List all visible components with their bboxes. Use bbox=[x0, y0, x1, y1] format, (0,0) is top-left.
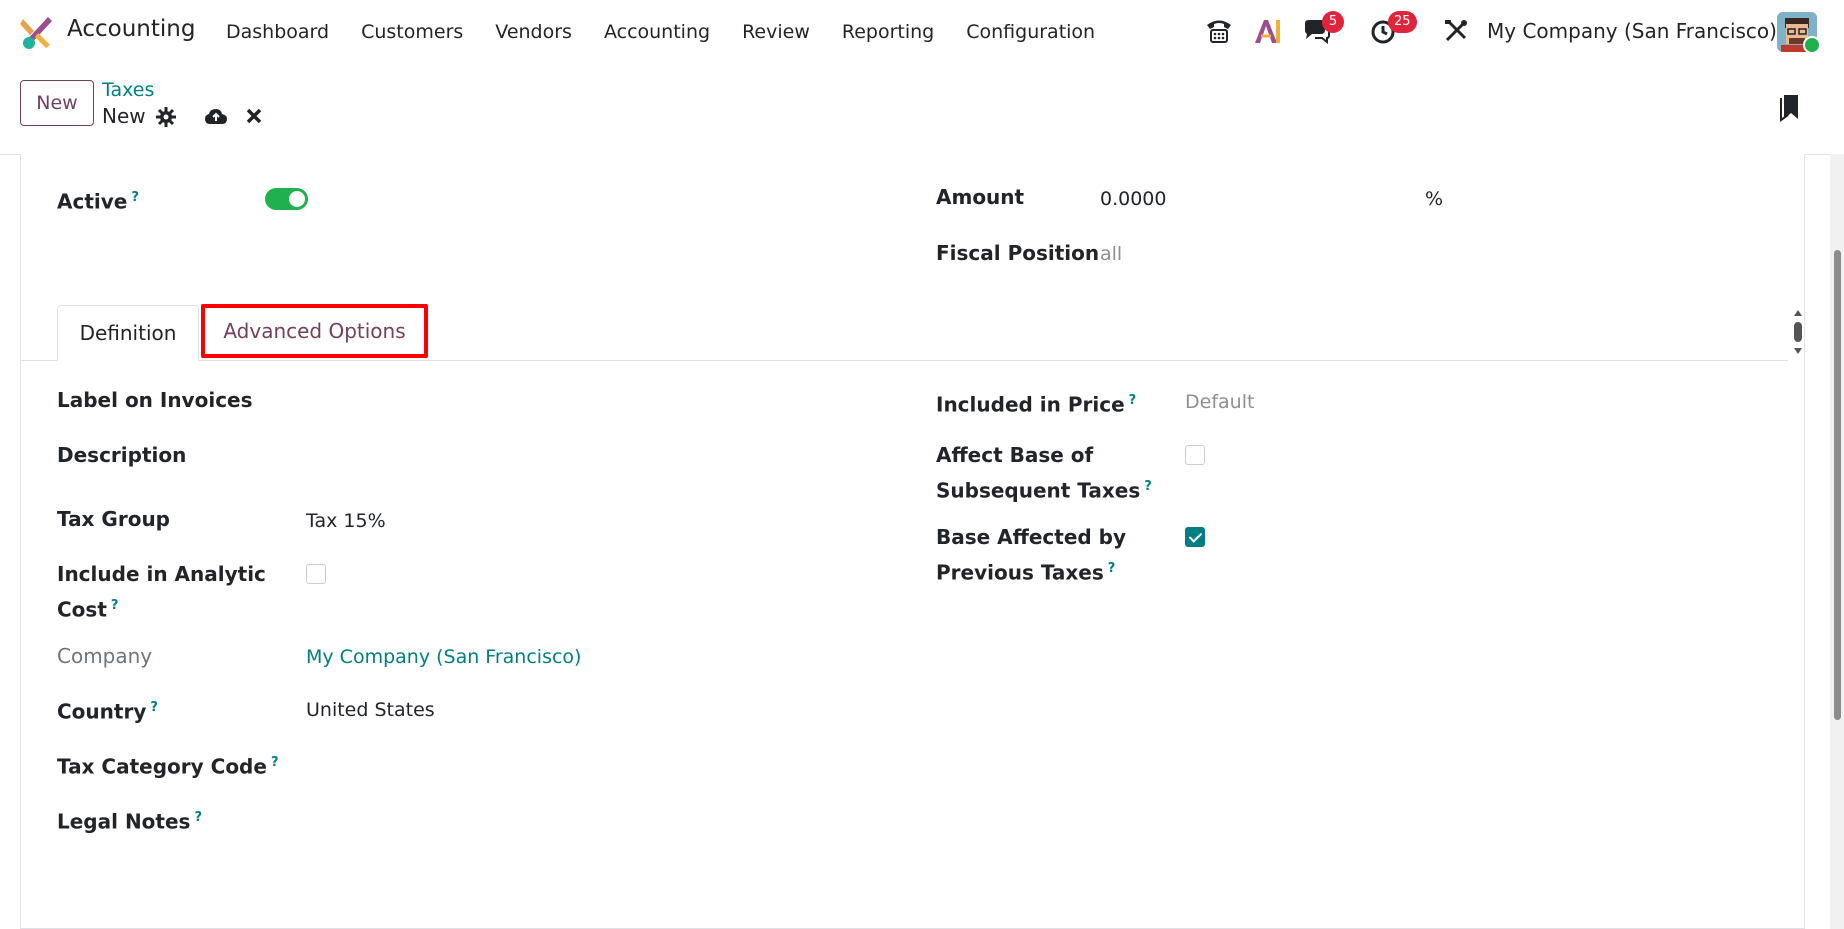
tax-category-code-label: Tax Category Code? bbox=[57, 754, 279, 779]
help-icon[interactable]: ? bbox=[150, 700, 158, 715]
ai-icon[interactable] bbox=[1253, 16, 1283, 46]
country-value[interactable]: United States bbox=[306, 699, 435, 721]
gear-icon[interactable] bbox=[155, 106, 177, 128]
affect-base-label: Affect Base of Subsequent Taxes? bbox=[936, 443, 1152, 503]
active-toggle[interactable] bbox=[265, 188, 308, 210]
debug-tools-icon[interactable] bbox=[1441, 16, 1471, 46]
amount-input[interactable]: 0.0000 bbox=[1100, 188, 1166, 210]
breadcrumb-current: New bbox=[102, 104, 146, 128]
base-affected-checkbox[interactable] bbox=[1185, 527, 1205, 547]
tax-group-value[interactable]: Tax 15% bbox=[306, 510, 386, 532]
included-in-price-select[interactable]: Default bbox=[1185, 391, 1254, 413]
phone-icon[interactable] bbox=[1204, 16, 1234, 46]
menu-configuration[interactable]: Configuration bbox=[966, 21, 1095, 43]
top-navbar: Accounting Dashboard Customers Vendors A… bbox=[0, 0, 1844, 64]
menu-customers[interactable]: Customers bbox=[361, 21, 463, 43]
accounting-app-logo[interactable] bbox=[20, 15, 52, 49]
help-icon[interactable]: ? bbox=[271, 755, 279, 770]
tax-group-label: Tax Group bbox=[57, 507, 170, 531]
menu-reporting[interactable]: Reporting bbox=[842, 21, 934, 43]
menu-review[interactable]: Review bbox=[742, 21, 810, 43]
discard-close-icon[interactable] bbox=[245, 107, 263, 125]
tabs-divider bbox=[20, 360, 1788, 361]
help-icon[interactable]: ? bbox=[111, 598, 119, 613]
base-affected-label: Base Affected by Previous Taxes? bbox=[936, 525, 1127, 585]
page-scrollbar-thumb[interactable] bbox=[1834, 250, 1841, 720]
user-status-indicator bbox=[1803, 36, 1821, 54]
include-analytic-label: Include in Analytic Cost? bbox=[57, 562, 266, 622]
breadcrumb-taxes[interactable]: Taxes bbox=[102, 79, 154, 101]
help-icon[interactable]: ? bbox=[1108, 561, 1116, 576]
tab-advanced-options[interactable]: Advanced Options bbox=[201, 304, 428, 358]
messages-badge: 5 bbox=[1322, 11, 1344, 33]
menu-accounting[interactable]: Accounting bbox=[604, 21, 710, 43]
form-sheet bbox=[20, 154, 1805, 929]
amount-label: Amount bbox=[936, 185, 1025, 209]
help-icon[interactable]: ? bbox=[131, 190, 139, 205]
amount-unit: % bbox=[1425, 188, 1444, 210]
company-label: Company bbox=[57, 644, 153, 668]
help-icon[interactable]: ? bbox=[1129, 393, 1137, 408]
included-in-price-label: Included in Price? bbox=[936, 392, 1137, 417]
tab-scroll-indicator[interactable] bbox=[1793, 308, 1803, 356]
legal-notes-label: Legal Notes? bbox=[57, 809, 202, 834]
menu-dashboard[interactable]: Dashboard bbox=[226, 21, 329, 43]
help-icon[interactable]: ? bbox=[194, 810, 202, 825]
app-name[interactable]: Accounting bbox=[67, 16, 195, 42]
main-menu: Dashboard Customers Vendors Accounting R… bbox=[226, 0, 1127, 64]
help-icon[interactable]: ? bbox=[1144, 479, 1152, 494]
tab-definition[interactable]: Definition bbox=[57, 305, 199, 361]
bookmark-icon[interactable] bbox=[1779, 92, 1801, 122]
control-panel: New Taxes New bbox=[0, 64, 1844, 155]
active-label: Active? bbox=[57, 189, 139, 214]
cloud-save-icon[interactable] bbox=[204, 106, 228, 128]
company-switcher[interactable]: My Company (San Francisco) bbox=[1487, 19, 1777, 43]
company-link[interactable]: My Company (San Francisco) bbox=[306, 646, 581, 668]
country-label: Country? bbox=[57, 699, 158, 724]
activities-badge: 25 bbox=[1388, 11, 1417, 33]
include-analytic-checkbox[interactable] bbox=[306, 564, 326, 584]
new-button[interactable]: New bbox=[20, 80, 94, 126]
menu-vendors[interactable]: Vendors bbox=[495, 21, 572, 43]
label-on-invoices-label: Label on Invoices bbox=[57, 388, 253, 412]
affect-base-checkbox[interactable] bbox=[1185, 445, 1205, 465]
description-label: Description bbox=[57, 443, 187, 467]
fiscal-position-label: Fiscal Position bbox=[936, 241, 1100, 265]
fiscal-position-value[interactable]: all bbox=[1100, 243, 1122, 265]
